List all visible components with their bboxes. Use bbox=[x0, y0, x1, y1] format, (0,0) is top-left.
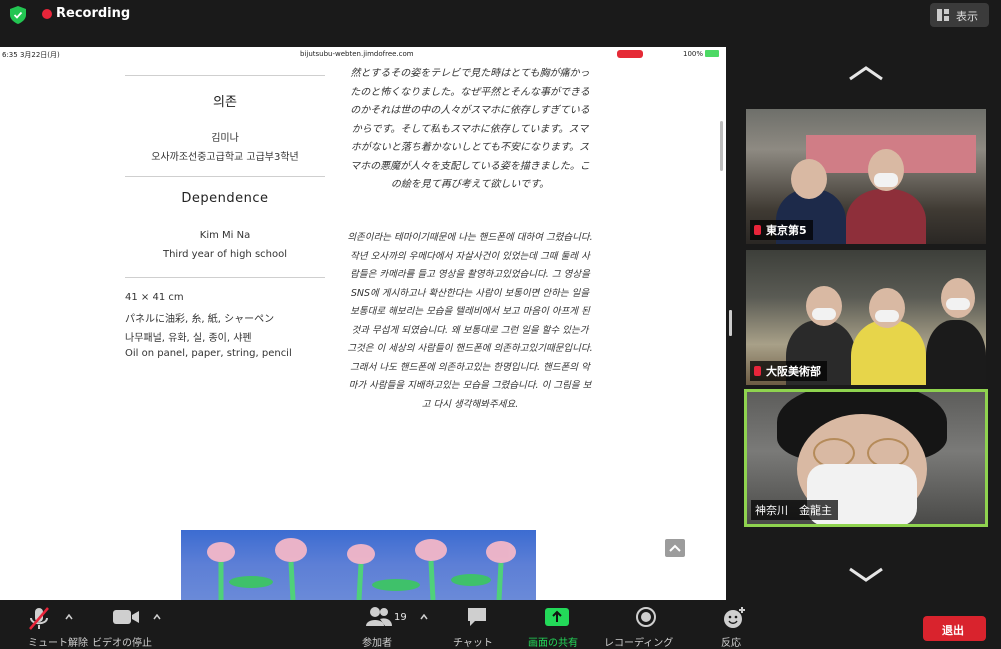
recording-dot-icon bbox=[42, 9, 52, 19]
security-shield-icon[interactable] bbox=[10, 6, 26, 24]
artwork-medium-en: Oil on panel, paper, string, pencil bbox=[125, 348, 292, 359]
stop-video-label: ビデオの停止 bbox=[92, 638, 152, 649]
participant-name-label: 東京第5 bbox=[750, 220, 813, 240]
page-scrollbar[interactable] bbox=[720, 121, 723, 171]
caret-up-icon[interactable] bbox=[65, 614, 73, 620]
face-mask bbox=[812, 308, 836, 320]
artist-english-name: Kim Mi Na bbox=[199, 230, 251, 241]
divider bbox=[125, 75, 325, 76]
participant-figure bbox=[846, 189, 926, 244]
lotus-painting-image bbox=[207, 538, 516, 600]
status-url: bijutsubu-webten.jimdofree.com bbox=[300, 50, 414, 58]
share-screen-icon bbox=[545, 608, 569, 626]
face-mask bbox=[874, 173, 898, 187]
scroll-to-top-button[interactable] bbox=[665, 539, 685, 557]
unmute-button[interactable]: ミュート解除 bbox=[28, 600, 88, 649]
view-button[interactable]: 表示 bbox=[930, 3, 989, 27]
participant-video-tile[interactable]: 東京第5 bbox=[746, 109, 986, 244]
artwork-english-title: Dependence bbox=[181, 191, 269, 206]
leave-label: 退出 bbox=[942, 624, 964, 637]
participant-face bbox=[791, 159, 827, 199]
web-page: 의존 김미나 오사까조선중고급학교 고급부3학년 Dependence Kim … bbox=[0, 61, 726, 600]
view-grid-icon bbox=[937, 9, 949, 21]
shared-screen[interactable]: 6:35 3月22日(月) bijutsubu-webten.jimdofree… bbox=[0, 47, 726, 600]
participant-video-tile[interactable]: 大阪美術部 bbox=[746, 250, 986, 385]
status-battery: 100% bbox=[683, 50, 704, 58]
muted-mic-icon bbox=[754, 366, 761, 376]
face-mask bbox=[875, 310, 899, 322]
artwork-image bbox=[181, 530, 536, 600]
record-label: レコーディング bbox=[604, 638, 674, 649]
split-view-handle[interactable] bbox=[729, 310, 732, 336]
divider bbox=[125, 277, 325, 278]
face-mask bbox=[946, 298, 970, 310]
chat-bubble-icon bbox=[468, 608, 486, 626]
caret-up-icon[interactable] bbox=[420, 614, 428, 620]
stop-video-button[interactable]: ビデオの停止 bbox=[92, 600, 162, 649]
meeting-top-bar: Recording 表示 bbox=[0, 0, 1001, 30]
participants-icon bbox=[366, 607, 392, 626]
video-camera-icon bbox=[113, 610, 139, 624]
artwork-medium-jp: パネルに油彩, 糸, 紙, シャーペン bbox=[125, 314, 275, 325]
participants-button[interactable]: 19 参加者 bbox=[362, 600, 422, 649]
participant-face bbox=[806, 286, 842, 326]
muted-microphone-icon bbox=[29, 607, 49, 630]
artwork-size: 41 × 41 cm bbox=[125, 292, 184, 303]
recording-label: Recording bbox=[56, 6, 131, 21]
participant-face bbox=[869, 288, 905, 328]
chat-button[interactable]: チャット bbox=[453, 600, 503, 649]
leave-meeting-button[interactable]: 退出 bbox=[923, 616, 986, 641]
participants-count: 19 bbox=[394, 612, 407, 623]
view-label: 表示 bbox=[956, 10, 978, 23]
participant-name-label: 大阪美術部 bbox=[750, 361, 827, 381]
share-screen-label: 画面の共有 bbox=[528, 638, 578, 649]
participant-figure bbox=[926, 320, 986, 385]
chevron-up-icon[interactable] bbox=[848, 64, 884, 82]
record-icon bbox=[636, 607, 656, 627]
meeting-toolbar: ミュート解除 ビデオの停止 19 参加者 チャット 画面の共有 レコーディング … bbox=[0, 600, 1001, 649]
battery-icon bbox=[705, 50, 719, 57]
artist-english-school: Third year of high school bbox=[162, 249, 288, 260]
active-speaker-video-tile[interactable]: 神奈川 金龍主 bbox=[744, 389, 988, 527]
divider bbox=[125, 176, 325, 177]
artist-korean-school: 오사까조선중고급학교 고급부3학년 bbox=[151, 152, 299, 163]
add-reaction-icon bbox=[724, 607, 745, 628]
caret-up-icon[interactable] bbox=[153, 614, 161, 620]
participant-figure bbox=[851, 320, 926, 385]
chat-label: チャット bbox=[453, 638, 493, 649]
korean-description: 의존이라는 테마이기때문에 나는 핸드폰에 대하여 그렸습니다. 작년 오사까의… bbox=[347, 232, 593, 410]
chevron-down-icon[interactable] bbox=[848, 566, 884, 584]
reactions-button[interactable]: 反応 bbox=[721, 600, 761, 649]
screen-record-indicator-icon bbox=[617, 50, 643, 58]
artwork-korean-title: 의존 bbox=[213, 95, 237, 110]
share-screen-button[interactable]: 画面の共有 bbox=[528, 600, 588, 649]
muted-mic-icon bbox=[754, 225, 761, 235]
status-time: 6:35 3月22日(月) bbox=[2, 51, 60, 59]
chevron-up-icon bbox=[669, 544, 681, 552]
artist-korean-name: 김미나 bbox=[211, 133, 239, 144]
record-button[interactable]: レコーディング bbox=[604, 600, 684, 649]
reactions-label: 反応 bbox=[721, 638, 741, 649]
artwork-medium-ko: 나무패널, 유화, 실, 종이, 샤펜 bbox=[125, 333, 252, 344]
participant-name-label: 神奈川 金龍主 bbox=[751, 500, 838, 520]
ipad-status-bar: 6:35 3月22日(月) bijutsubu-webten.jimdofree… bbox=[0, 47, 726, 61]
participants-label: 参加者 bbox=[362, 638, 392, 649]
unmute-label: ミュート解除 bbox=[28, 638, 88, 649]
japanese-description: 然とするその姿をテレビで見た時はとても胸が痛かったのと怖くなりました。なぜ平然と… bbox=[350, 68, 590, 190]
